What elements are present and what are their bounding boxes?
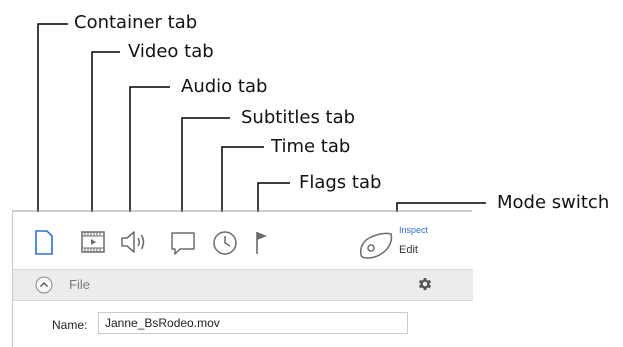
gear-icon[interactable] (416, 275, 434, 293)
callout-video-tab: Video tab (128, 41, 214, 62)
tab-container[interactable] (27, 226, 59, 258)
file-section-title: File (69, 277, 90, 292)
callout-container-tab: Container tab (74, 12, 198, 33)
tab-flags[interactable] (245, 226, 277, 258)
tab-time[interactable] (209, 226, 241, 258)
callout-time-tab: Time tab (271, 136, 351, 157)
callout-mode-switch: Mode switch (497, 192, 610, 213)
screenshot-stage: Container tab Video tab Audio tab Subtit… (0, 0, 623, 347)
tab-video[interactable] (77, 226, 109, 258)
speech-bubble-icon (171, 232, 195, 255)
tab-audio[interactable] (117, 226, 149, 258)
file-section-header: File (13, 269, 473, 301)
mode-switch[interactable]: Inspect Edit (357, 225, 457, 259)
name-row: Name: (13, 312, 473, 340)
speaker-icon (121, 231, 145, 253)
tab-subtitles[interactable] (167, 226, 199, 258)
name-label: Name: (52, 318, 88, 332)
chevron-up-circle-icon[interactable] (35, 276, 53, 294)
document-icon (35, 230, 53, 255)
flag-icon (256, 232, 267, 254)
callout-audio-tab: Audio tab (181, 76, 268, 97)
callout-subtitles-tab: Subtitles tab (241, 107, 356, 128)
inspector-panel: Inspect Edit File Name: (12, 212, 473, 347)
film-icon (81, 231, 105, 253)
mode-inspect-label[interactable]: Inspect (399, 225, 428, 235)
inspector-toolbar: Inspect Edit (13, 212, 473, 269)
mode-edit-label[interactable]: Edit (399, 244, 418, 256)
name-input[interactable] (98, 312, 408, 334)
inspect-edit-icon (359, 232, 393, 259)
callout-flags-tab: Flags tab (299, 172, 382, 193)
clock-icon (213, 231, 237, 255)
